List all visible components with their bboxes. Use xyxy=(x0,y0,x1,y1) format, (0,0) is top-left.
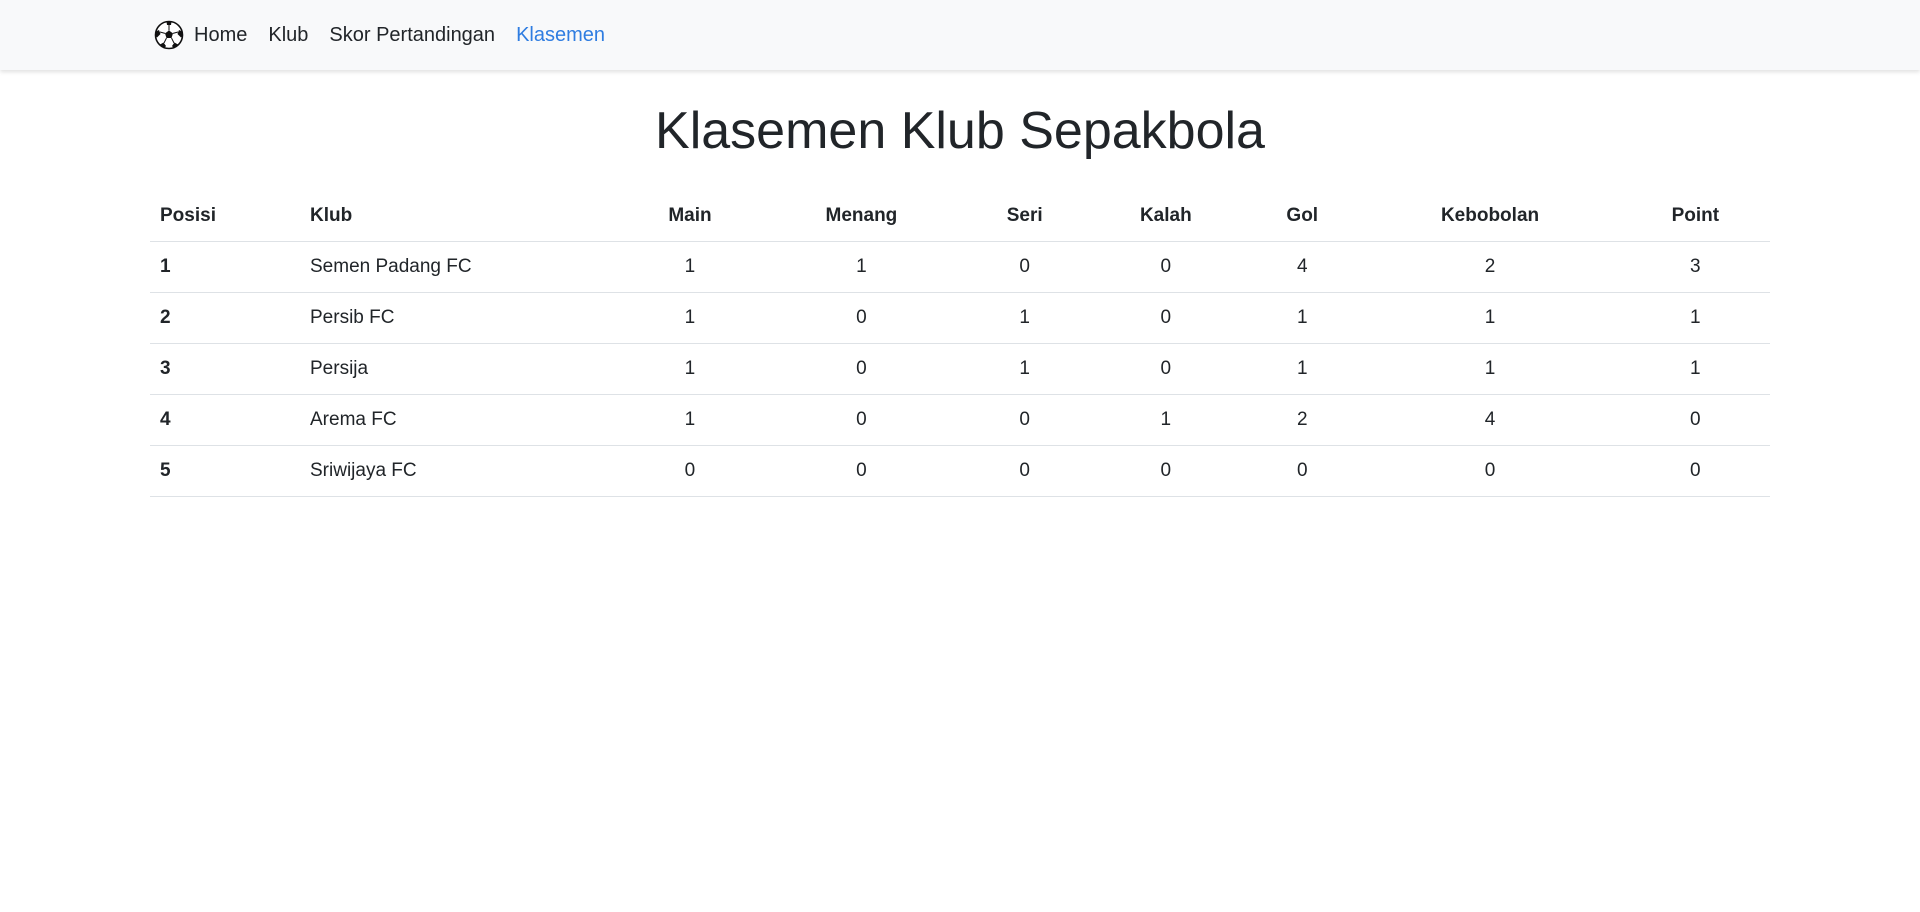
nav-home[interactable]: Home xyxy=(194,18,247,52)
cell-klub: Arema FC xyxy=(300,394,620,446)
header-kebobolan: Kebobolan xyxy=(1359,191,1621,242)
cell-kalah: 0 xyxy=(1086,445,1246,497)
cell-point: 1 xyxy=(1620,292,1770,344)
cell-seri: 0 xyxy=(962,445,1087,497)
header-point: Point xyxy=(1620,191,1770,242)
header-kalah: Kalah xyxy=(1086,191,1246,242)
cell-point: 0 xyxy=(1620,394,1770,446)
cell-kebobolan: 0 xyxy=(1359,445,1621,497)
cell-menang: 0 xyxy=(759,292,963,344)
cell-main: 1 xyxy=(620,343,760,395)
cell-kebobolan: 1 xyxy=(1359,292,1621,344)
header-main: Main xyxy=(620,191,760,242)
cell-gol: 4 xyxy=(1245,241,1360,293)
cell-seri: 1 xyxy=(962,343,1087,395)
nav-skor-pertandingan[interactable]: Skor Pertandingan xyxy=(329,18,495,52)
nav-klasemen[interactable]: Klasemen xyxy=(516,18,605,52)
header-seri: Seri xyxy=(962,191,1087,242)
table-header: Posisi Klub Main Menang Seri Kalah Gol K… xyxy=(150,191,1770,242)
nav-klub[interactable]: Klub xyxy=(268,18,308,52)
cell-kalah: 0 xyxy=(1086,241,1246,293)
cell-klub: Sriwijaya FC xyxy=(300,445,620,497)
cell-posisi: 5 xyxy=(150,445,300,497)
cell-kalah: 0 xyxy=(1086,292,1246,344)
cell-kebobolan: 2 xyxy=(1359,241,1621,293)
cell-seri: 0 xyxy=(962,241,1087,293)
cell-gol: 1 xyxy=(1245,343,1360,395)
header-gol: Gol xyxy=(1245,191,1360,242)
cell-menang: 0 xyxy=(759,394,963,446)
table-row: 1 Semen Padang FC 1 1 0 0 4 2 3 xyxy=(150,241,1770,293)
table-row: 3 Persija 1 0 1 0 1 1 1 xyxy=(150,343,1770,395)
cell-menang: 0 xyxy=(759,343,963,395)
cell-posisi: 1 xyxy=(150,241,300,293)
cell-klub: Persija xyxy=(300,343,620,395)
header-klub: Klub xyxy=(300,191,620,242)
cell-klub: Semen Padang FC xyxy=(300,241,620,293)
nav-container: Home Klub Skor Pertandingan Klasemen xyxy=(154,18,626,52)
cell-posisi: 4 xyxy=(150,394,300,446)
cell-main: 1 xyxy=(620,394,760,446)
cell-main: 0 xyxy=(620,445,760,497)
table-row: 5 Sriwijaya FC 0 0 0 0 0 0 0 xyxy=(150,445,1770,497)
cell-seri: 0 xyxy=(962,394,1087,446)
cell-posisi: 3 xyxy=(150,343,300,395)
cell-point: 3 xyxy=(1620,241,1770,293)
cell-point: 0 xyxy=(1620,445,1770,497)
cell-main: 1 xyxy=(620,292,760,344)
top-navbar: Home Klub Skor Pertandingan Klasemen xyxy=(0,0,1920,70)
cell-point: 1 xyxy=(1620,343,1770,395)
cell-gol: 1 xyxy=(1245,292,1360,344)
cell-kalah: 1 xyxy=(1086,394,1246,446)
cell-kebobolan: 1 xyxy=(1359,343,1621,395)
table-row: 4 Arema FC 1 0 0 1 2 4 0 xyxy=(150,394,1770,446)
cell-seri: 1 xyxy=(962,292,1087,344)
header-row: Posisi Klub Main Menang Seri Kalah Gol K… xyxy=(150,191,1770,242)
cell-menang: 1 xyxy=(759,241,963,293)
header-posisi: Posisi xyxy=(150,191,300,242)
cell-main: 1 xyxy=(620,241,760,293)
soccer-ball-icon[interactable] xyxy=(154,20,184,50)
cell-posisi: 2 xyxy=(150,292,300,344)
cell-gol: 2 xyxy=(1245,394,1360,446)
cell-klub: Persib FC xyxy=(300,292,620,344)
cell-kebobolan: 4 xyxy=(1359,394,1621,446)
cell-gol: 0 xyxy=(1245,445,1360,497)
cell-menang: 0 xyxy=(759,445,963,497)
header-menang: Menang xyxy=(759,191,963,242)
standings-table: Posisi Klub Main Menang Seri Kalah Gol K… xyxy=(150,191,1770,497)
cell-kalah: 0 xyxy=(1086,343,1246,395)
table-body: 1 Semen Padang FC 1 1 0 0 4 2 3 2 Persib… xyxy=(150,241,1770,497)
table-row: 2 Persib FC 1 0 1 0 1 1 1 xyxy=(150,292,1770,344)
page-title: Klasemen Klub Sepakbola xyxy=(655,102,1265,160)
